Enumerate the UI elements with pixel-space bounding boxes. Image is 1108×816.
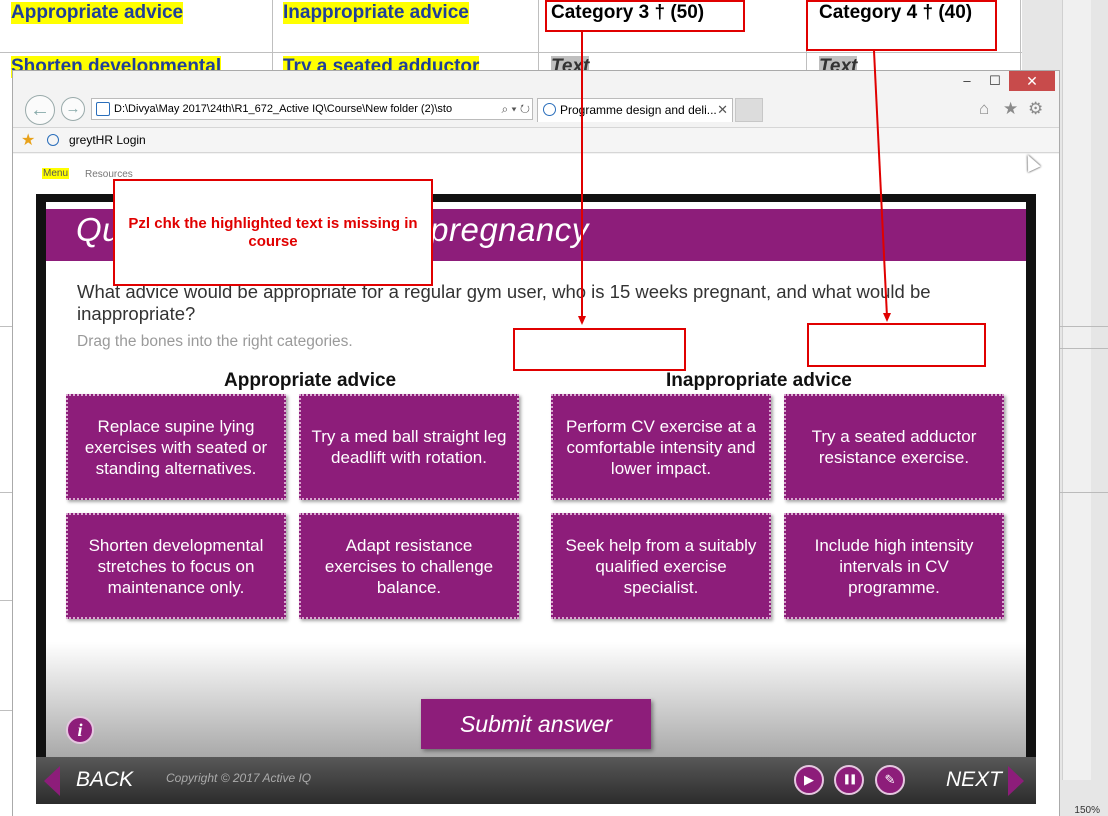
notes-icon[interactable]: ✎ [875,765,905,795]
question-text: What advice would be appropriate for a r… [77,281,931,324]
maximize-button[interactable]: ☐ [981,71,1009,91]
back-nav-button[interactable]: ← [25,95,55,125]
address-bar[interactable]: D:\Divya\May 2017\24th\R1_672_Active IQ\… [91,98,533,120]
add-favorite-icon[interactable]: ★ [21,130,35,150]
table-divider [0,326,12,327]
annotation-target-box [513,328,686,371]
favorite-link-greythr[interactable]: greytHR Login [69,133,146,147]
page-icon [96,102,110,116]
drag-bone[interactable]: Adapt resistance exercises to challenge … [299,513,519,619]
annotation-callout: Pzl chk the highlighted text is missing … [113,179,433,286]
drag-bone[interactable]: Shorten developmental stretches to focus… [66,513,286,619]
home-icon[interactable]: ⌂ [979,99,989,119]
annotation-box-category-4 [806,0,997,51]
new-tab-button[interactable] [735,98,763,122]
info-icon[interactable]: i [66,716,94,744]
annotation-arrow-line [581,32,583,318]
table-divider [0,492,12,493]
window-controls: – ☐ ✕ [953,71,1055,93]
table-divider [0,710,12,711]
tab-title: Programme design and deli... [560,103,717,117]
address-tools[interactable]: ⌕ ▾ ↻ [499,99,530,119]
favorites-bar: ★ greytHR Login [13,127,1059,153]
player-footer: BACK Copyright © 2017 Active IQ ▶ ❚❚ ✎ N… [36,757,1036,804]
back-arrow-icon[interactable] [44,766,60,796]
close-button[interactable]: ✕ [1009,71,1055,91]
table-divider [1060,326,1108,327]
browser-tab[interactable]: Programme design and deli... ✕ [537,98,733,122]
play-icon[interactable]: ▶ [794,765,824,795]
doc-header-inappropriate: Inappropriate advice [283,2,469,24]
drag-bone[interactable]: Include high intensity intervals in CV p… [784,513,1004,619]
copyright-text: Copyright © 2017 Active IQ [166,771,312,785]
tab-close-icon[interactable]: ✕ [717,99,728,121]
annotation-arrowhead [578,316,586,325]
pause-icon[interactable]: ❚❚ [834,765,864,795]
category-heading-inappropriate: Inappropriate advice [666,370,852,391]
table-divider [0,600,12,601]
annotation-target-box [807,323,986,367]
instruction-text: Drag the bones into the right categories… [77,333,353,350]
annotation-arrowhead [883,313,891,322]
drag-bone[interactable]: Try a med ball straight leg deadlift wit… [299,394,519,500]
doc-header-appropriate: Appropriate advice [11,2,184,24]
back-button[interactable]: BACK [76,768,133,792]
table-divider [1060,348,1108,349]
drag-bone[interactable]: Perform CV exercise at a comfortable int… [551,394,771,500]
greythr-icon [47,134,59,146]
next-button[interactable]: NEXT [946,768,1002,792]
category-heading-appropriate: Appropriate advice [224,370,397,391]
address-text: D:\Divya\May 2017\24th\R1_672_Active IQ\… [114,103,453,115]
drag-bone[interactable]: Seek help from a suitably qualified exer… [551,513,771,619]
gear-icon[interactable]: ⚙ [1028,99,1043,119]
drag-bone[interactable]: Replace supine lying exercises with seat… [66,394,286,500]
menu-link[interactable]: Menu [42,168,70,179]
annotation-box-category-3 [545,0,745,32]
document-scrollbar[interactable] [1062,0,1091,780]
forward-nav-button[interactable]: → [61,97,85,121]
table-divider [1060,492,1108,493]
drag-bone[interactable]: Try a seated adductor resistance exercis… [784,394,1004,500]
table-divider [0,52,1022,53]
ie-icon [543,103,556,116]
submit-answer-button[interactable]: Submit answer [421,699,651,749]
zoom-level: 150% [1074,805,1100,816]
minimize-button[interactable]: – [953,71,981,91]
favorites-star-icon[interactable]: ★ [1003,99,1018,119]
next-arrow-icon[interactable] [1008,766,1024,796]
